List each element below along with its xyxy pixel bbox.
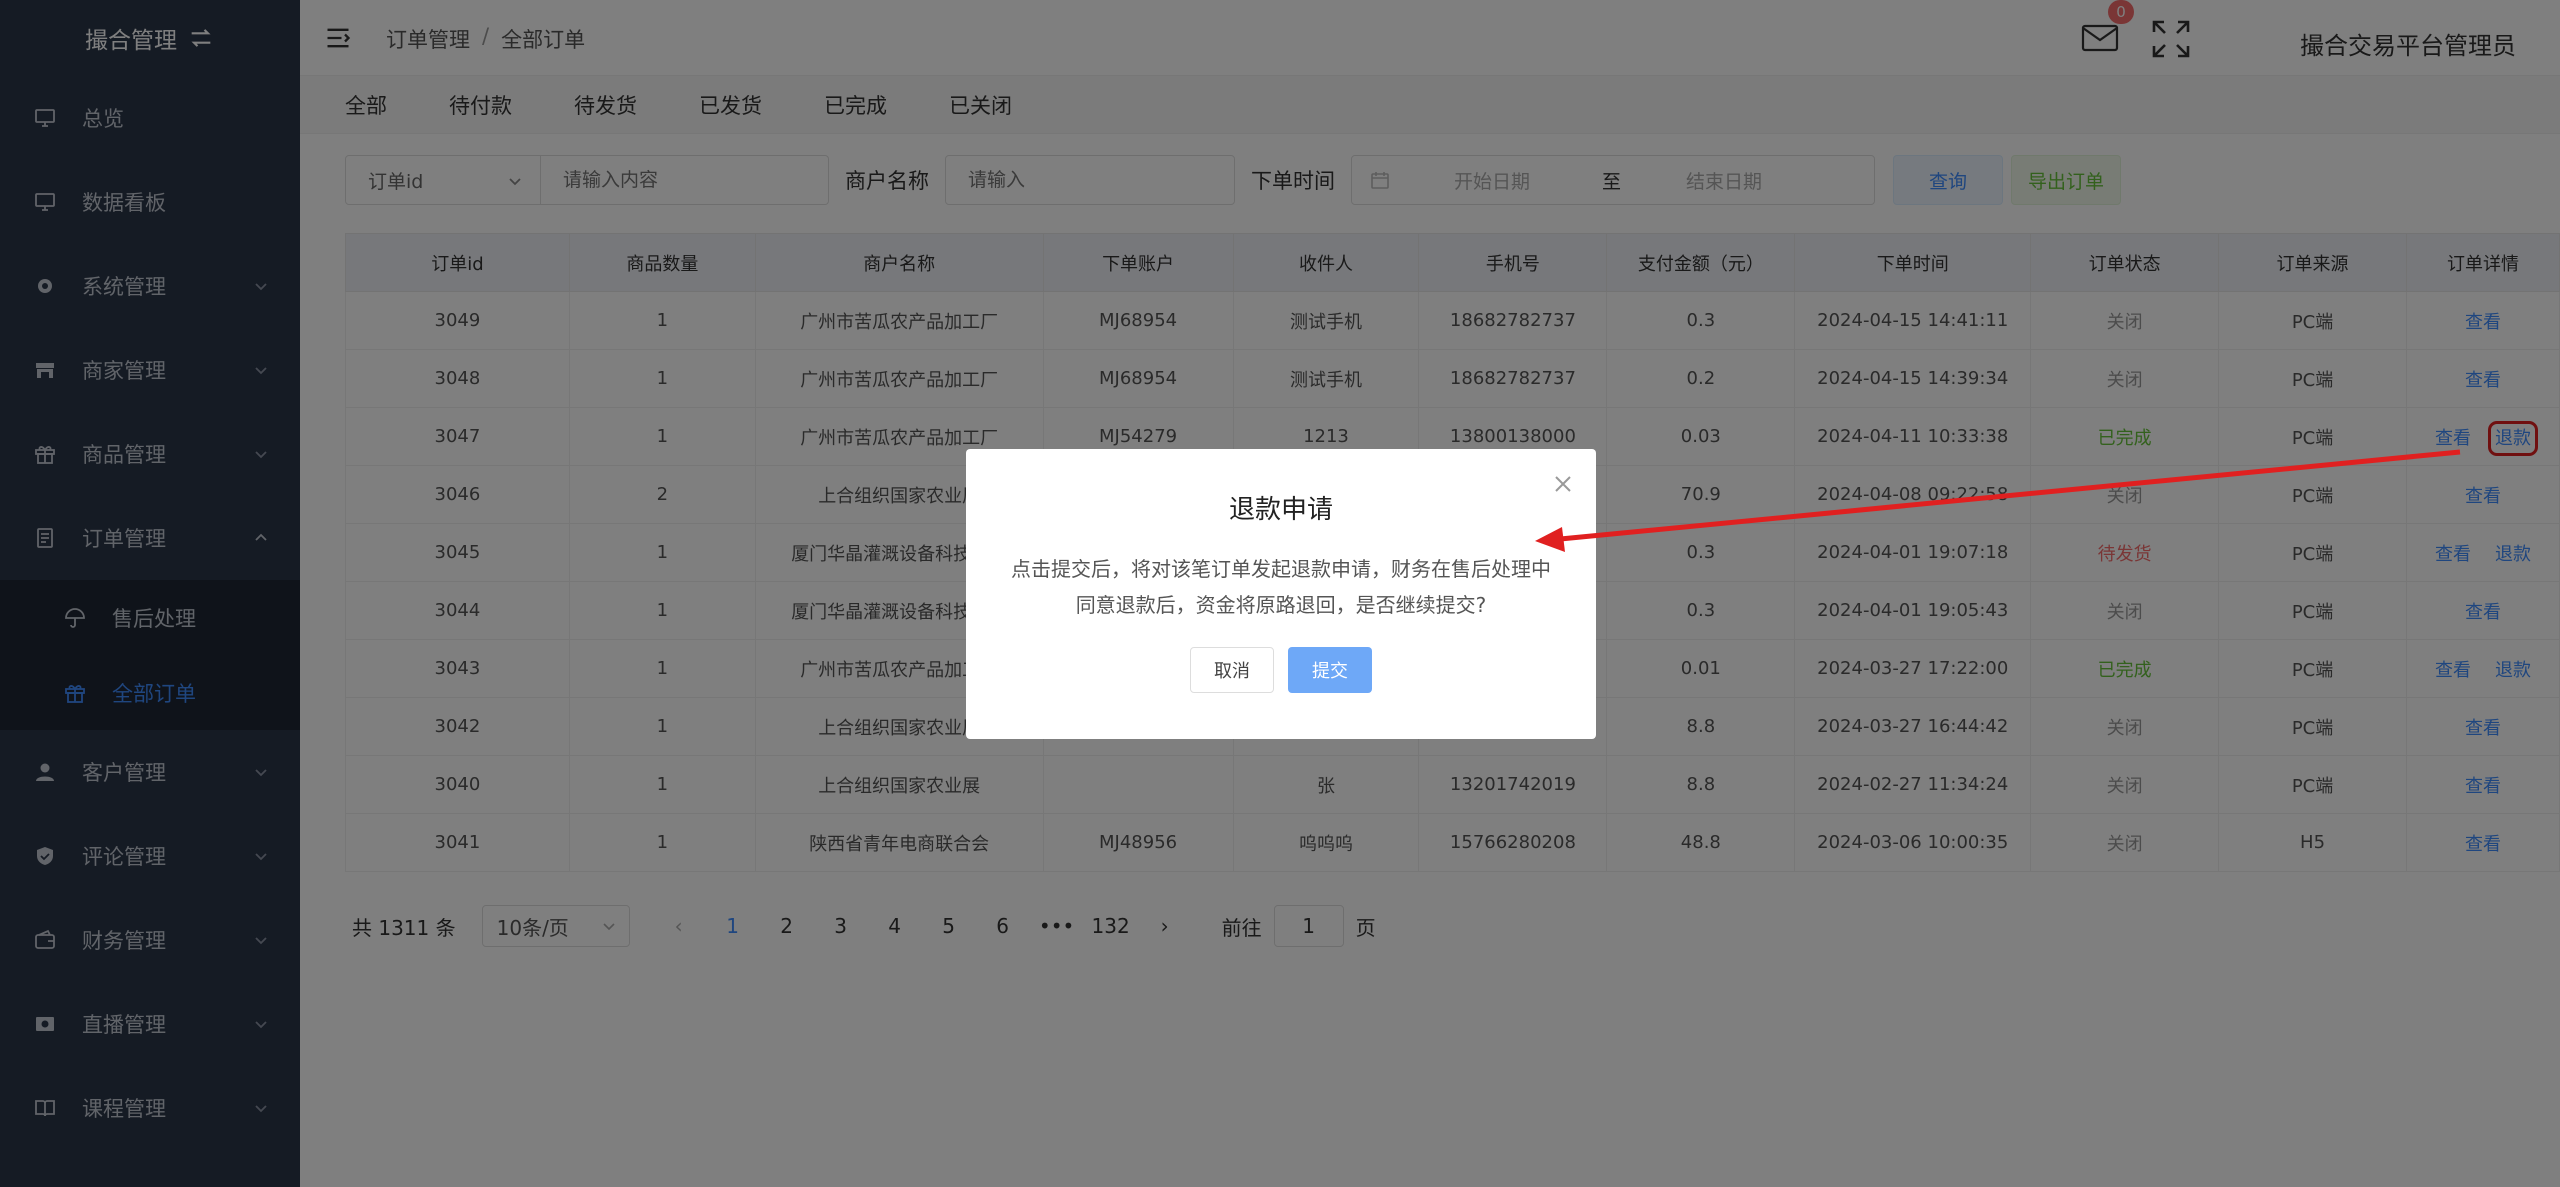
submit-button[interactable]: 提交 [1288,647,1372,693]
dialog-message: 点击提交后，将对该笔订单发起退款申请，财务在售后处理中同意退款后，资金将原路退回… [1011,557,1551,617]
dialog-title: 退款申请 [1228,495,1333,525]
close-icon[interactable] [1552,473,1574,495]
refund-dialog: 退款申请 点击提交后，将对该笔订单发起退款申请，财务在售后处理中同意退款后，资金… [966,449,1596,739]
cancel-button[interactable]: 取消 [1190,647,1274,693]
